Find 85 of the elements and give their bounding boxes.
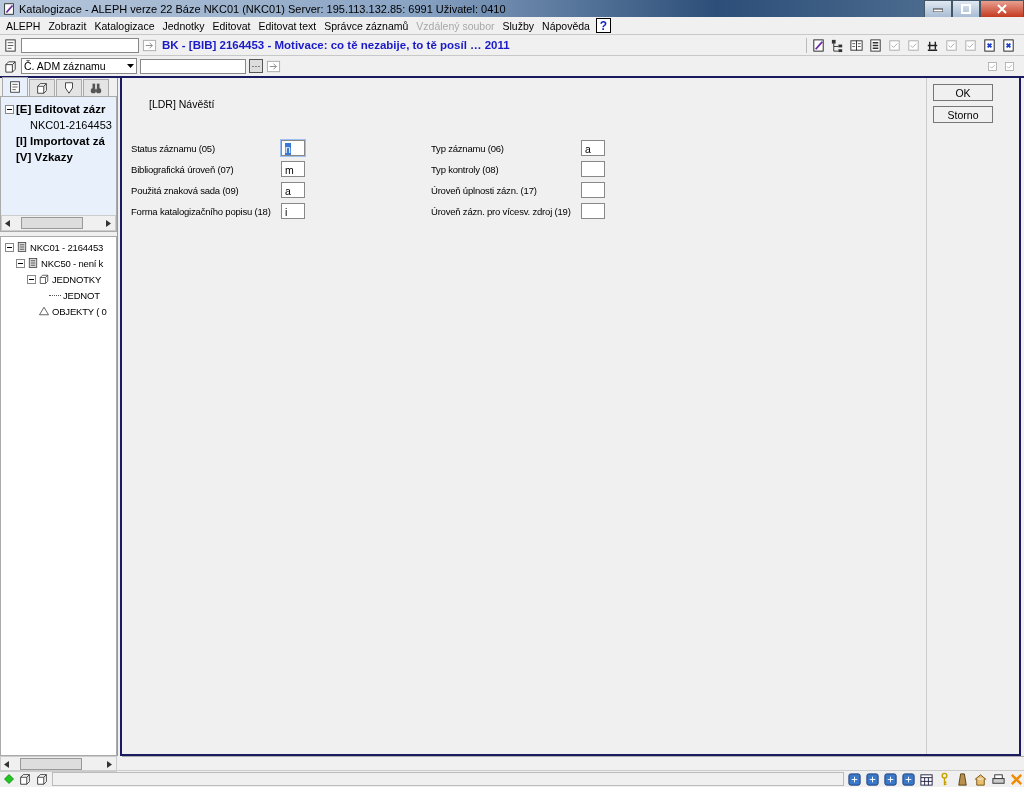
input-field[interactable]: a [281, 182, 305, 198]
field-label: Status záznamu (05) [131, 142, 216, 154]
cube-icon [35, 81, 49, 95]
browse-button[interactable]: ··· [249, 59, 263, 73]
close-button[interactable] [980, 0, 1024, 18]
app-icon [2, 1, 16, 16]
calendar-icon[interactable] [919, 771, 934, 787]
help-button[interactable]: ? [595, 18, 611, 33]
field-label: Úroveň zázn. pro vícesv. zdroj (19) [431, 205, 572, 217]
restore-button[interactable] [952, 0, 980, 18]
tree-item[interactable]: OBJEKTY ( 0 [52, 305, 107, 317]
section-heading: [LDR] Návěští [149, 98, 216, 110]
input-field[interactable]: i [281, 203, 305, 219]
scroll-right-icon[interactable] [107, 760, 113, 768]
triangle-icon [38, 305, 50, 317]
collapse-icon[interactable] [16, 258, 25, 268]
panel-tab[interactable] [83, 79, 109, 96]
house-icon[interactable] [973, 771, 988, 787]
go-icon[interactable] [142, 37, 157, 53]
collapse-icon[interactable] [5, 104, 14, 114]
menu-item[interactable]: Editovat [208, 19, 255, 32]
input-field[interactable] [21, 37, 139, 53]
panel-tab[interactable] [29, 79, 55, 96]
field-label: Typ kontroly (08) [431, 163, 500, 175]
book-icon[interactable] [849, 37, 864, 53]
input-field[interactable] [581, 203, 605, 219]
collapse-icon[interactable] [5, 242, 14, 252]
tree-item[interactable]: JEDNOT [63, 289, 100, 301]
collapse-icon[interactable] [27, 274, 36, 284]
input-field[interactable] [581, 161, 605, 177]
input-field[interactable] [581, 182, 605, 198]
field-label: Bibliografická úroveň (07) [131, 163, 235, 175]
printer-icon[interactable] [991, 771, 1006, 787]
scrollbar[interactable] [1, 215, 116, 231]
field-label: Forma katalogizačního popisu (18) [131, 205, 272, 217]
input-field[interactable]: n [281, 140, 305, 156]
record-icon [16, 241, 28, 253]
cube-icon[interactable] [18, 772, 32, 786]
field-label: Použitá znaková sada (09) [131, 184, 240, 196]
menu-item[interactable]: Zobrazit [44, 19, 91, 32]
tree-item[interactable]: NKC01 - 2164453 [30, 241, 104, 253]
menu-item[interactable]: Správce záznamů [320, 19, 413, 32]
list-icon[interactable] [868, 37, 883, 53]
record-heading: BK - [BIB] 2164453 - Motivace: co tě nezabije, to tě posíl … 2011 [162, 39, 510, 51]
field-label: Úroveň úplnosti zázn. (17) [431, 184, 538, 196]
menu-item[interactable]: Editovat text [254, 19, 321, 32]
tree-item[interactable]: JEDNOTKY [52, 273, 102, 285]
dialog-button[interactable]: OK [933, 84, 993, 101]
tree-item[interactable]: NKC50 - není k [41, 257, 104, 269]
field-label: Typ záznamu (06) [431, 142, 505, 154]
binoculars-icon [89, 81, 103, 95]
check-icon[interactable] [906, 37, 921, 53]
lamp-icon[interactable] [955, 771, 970, 787]
menu-item[interactable]: Služby [498, 19, 539, 32]
search-type-dropdown[interactable]: Č. ADM záznamu [21, 58, 137, 74]
go-icon[interactable] [266, 58, 281, 74]
dropdown-arrow-icon[interactable] [127, 64, 134, 68]
minimize-icon [933, 6, 943, 12]
scroll-left-icon[interactable] [4, 760, 10, 768]
cube-icon[interactable] [35, 772, 49, 786]
tree-item[interactable]: [I] Importovat zá [16, 135, 105, 147]
tree-icon[interactable] [830, 37, 845, 53]
menu-item[interactable]: Katalogizace [90, 19, 159, 32]
input-field[interactable]: m [281, 161, 305, 177]
scroll-left-icon[interactable] [5, 219, 11, 227]
panel-tab[interactable] [2, 77, 28, 96]
menu-item[interactable]: Nápověda [538, 19, 594, 32]
tree-item[interactable]: NKC01-2164453 [30, 119, 112, 131]
menu-item[interactable]: Jednotky [158, 19, 209, 32]
restore-icon [961, 4, 971, 14]
input-field[interactable]: a [581, 140, 605, 156]
window-title: Katalogizace - ALEPH verze 22 Báze NKC01 (NKC01) Server: 195.113.132.85: 6991 Uživatel: 0410 [19, 2, 506, 15]
record-icon [27, 257, 39, 269]
record-icon[interactable] [3, 37, 18, 53]
dialog-button[interactable]: Storno [933, 106, 993, 123]
cube-icon [38, 273, 50, 285]
menu-item[interactable]: ALEPH [2, 19, 45, 32]
scroll-right-icon[interactable] [106, 219, 112, 227]
cube-icon[interactable] [3, 58, 18, 74]
close-icon [997, 4, 1007, 14]
tree-item[interactable]: [E] Editovat zázr [16, 103, 106, 115]
input-field[interactable] [140, 58, 246, 74]
panel-tab[interactable] [56, 79, 82, 96]
minimize-button[interactable] [924, 0, 952, 18]
tree-item[interactable]: [V] Vzkazy [16, 151, 73, 163]
